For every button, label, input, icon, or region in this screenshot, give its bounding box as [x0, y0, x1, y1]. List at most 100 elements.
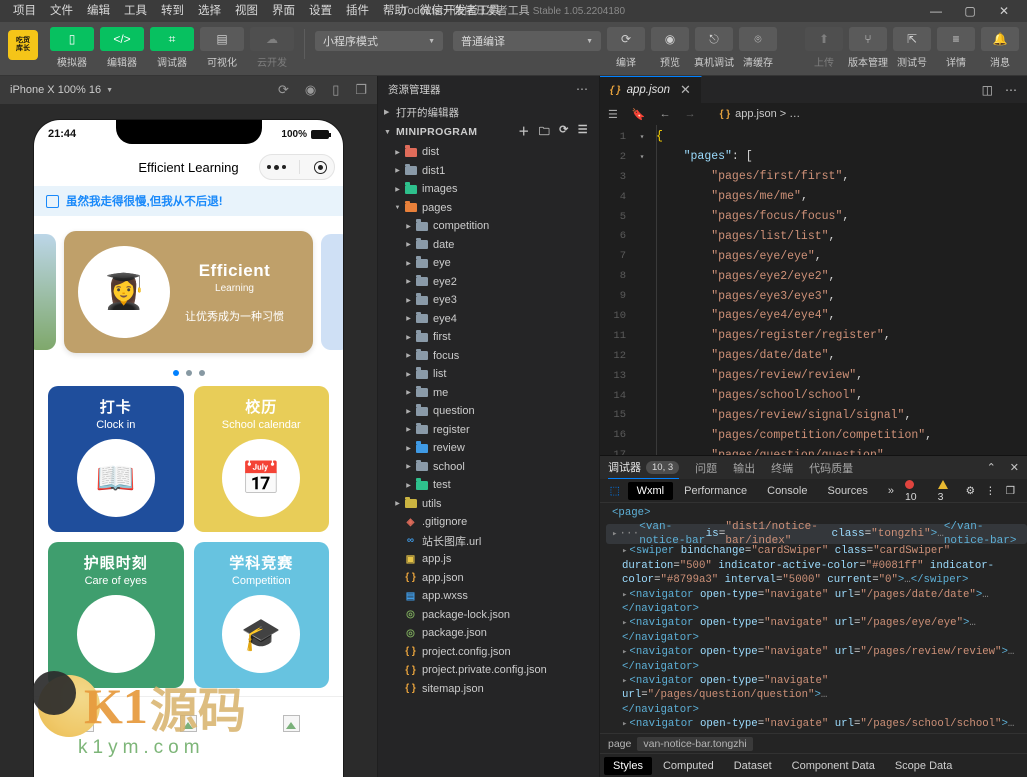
tree-folder-pages[interactable]: ▼pages: [378, 199, 599, 218]
tree-folder-school[interactable]: ▶school: [378, 458, 599, 477]
tree-folder-images[interactable]: ▶images: [378, 180, 599, 199]
overflow-icon[interactable]: »: [879, 482, 903, 500]
tree-folder-utils[interactable]: ▶utils: [378, 495, 599, 514]
tree-folder-dist[interactable]: ▶dist: [378, 143, 599, 162]
compile-select[interactable]: 普通编译 ▼: [453, 31, 601, 51]
more-icon[interactable]: ⋯: [576, 82, 589, 96]
tree-file-package-lock.json[interactable]: ◎package-lock.json: [378, 606, 599, 625]
wxml-node-4[interactable]: ▸<navigator open-type="navigate" url="/p…: [606, 616, 1027, 645]
toolbar-btn-eye-icon[interactable]: ◉预览: [651, 27, 689, 69]
menu-item-0[interactable]: 项目: [6, 0, 43, 22]
feature-card-0[interactable]: 打卡Clock in📖: [48, 386, 184, 532]
wechat-capsule[interactable]: [259, 154, 335, 180]
menu-item-6[interactable]: 视图: [228, 0, 265, 22]
debugger-tab-4[interactable]: 代码质量: [809, 456, 853, 479]
style-tab-component-data[interactable]: Component Data: [783, 757, 884, 775]
expand-arrow-icon[interactable]: ▸: [622, 647, 627, 657]
rotate-icon[interactable]: ⟳: [278, 82, 289, 98]
devtools-tab-performance[interactable]: Performance: [675, 482, 756, 500]
back-arrow-icon[interactable]: ←: [660, 108, 671, 120]
tree-folder-register[interactable]: ▶register: [378, 421, 599, 440]
toolbar-btn-bug-icon[interactable]: ⌗调试器: [150, 27, 194, 69]
card-swiper[interactable]: 👩‍🎓 Efficient Learning 让优秀成为一种习惯: [34, 222, 343, 362]
tree-folder-question[interactable]: ▶question: [378, 402, 599, 421]
wxml-crumb-0[interactable]: page: [608, 738, 631, 750]
expand-arrow-icon[interactable]: ▸: [622, 676, 627, 686]
menu-item-10[interactable]: 帮助: [376, 0, 413, 22]
wxml-crumb-1[interactable]: van-notice-bar.tongzhi: [637, 737, 752, 751]
tree-file-package.json[interactable]: ◎package.json: [378, 624, 599, 643]
editor-tab-app-json[interactable]: { } app.json ✕: [600, 76, 702, 103]
notice-bar[interactable]: 虽然我走得很慢,但我从不后退!: [34, 186, 343, 216]
gear-icon[interactable]: ⚙: [966, 485, 975, 497]
toolbar-btn-list-icon[interactable]: ≡详情: [937, 27, 975, 69]
expand-arrow-icon[interactable]: ▸: [622, 546, 627, 556]
menu-item-2[interactable]: 编辑: [80, 0, 117, 22]
tree-folder-eye[interactable]: ▶eye: [378, 254, 599, 273]
feature-card-2[interactable]: 护眼时刻Care of eyes👁: [48, 542, 184, 688]
tree-file-project.private.config.json[interactable]: { }project.private.config.json: [378, 661, 599, 680]
style-tab-styles[interactable]: Styles: [604, 757, 652, 775]
debugger-tab-2[interactable]: 输出: [733, 456, 755, 479]
warning-count-badge[interactable]: 3: [938, 479, 956, 503]
toolbar-btn-device-debug-icon[interactable]: ⎋真机调试: [695, 27, 733, 69]
breadcrumb[interactable]: { } app.json > …: [720, 108, 801, 120]
wxml-node-0[interactable]: <page>: [606, 506, 1027, 520]
swiper-dot-1[interactable]: [186, 370, 192, 376]
tree-file-app.js[interactable]: ▣app.js: [378, 550, 599, 569]
close-icon[interactable]: ✕: [987, 0, 1021, 22]
element-picker-icon[interactable]: ⬚: [604, 484, 626, 497]
chevron-up-icon[interactable]: ⌃: [987, 461, 996, 474]
menu-dots-icon[interactable]: [267, 165, 286, 170]
tree-file-app.wxss[interactable]: ▤app.wxss: [378, 587, 599, 606]
style-tab-scope-data[interactable]: Scope Data: [886, 757, 961, 775]
tree-folder-list[interactable]: ▶list: [378, 365, 599, 384]
tree-folder-me[interactable]: ▶me: [378, 384, 599, 403]
toolbar-btn-clear-cache-icon[interactable]: ⌾清缓存: [739, 27, 777, 69]
toolbar-btn-external-icon[interactable]: ⇱测试号: [893, 27, 931, 69]
bookmark-icon[interactable]: 🔖: [632, 108, 646, 121]
forward-arrow-icon[interactable]: →: [685, 108, 696, 120]
wxml-node-2[interactable]: ▸<swiper bindchange="cardSwiper" class="…: [606, 544, 1027, 587]
menu-item-8[interactable]: 设置: [302, 0, 339, 22]
feature-card-3[interactable]: 学科竞赛Competition🎓: [194, 542, 330, 688]
wxml-node-3[interactable]: ▸<navigator open-type="navigate" url="/p…: [606, 588, 1027, 617]
devtools-tab-console[interactable]: Console: [758, 482, 816, 500]
wxml-tree[interactable]: <page> ▸··· <van-notice-bar is="dist1/not…: [600, 503, 1027, 733]
wxml-node-1[interactable]: ▸··· <van-notice-bar is="dist1/notice-ba…: [606, 524, 1027, 544]
close-target-icon[interactable]: [314, 161, 327, 174]
new-folder-icon[interactable]: 🗀: [539, 123, 550, 142]
menu-item-9[interactable]: 插件: [339, 0, 376, 22]
fold-icon[interactable]: ▾: [634, 152, 650, 162]
tree-folder-focus[interactable]: ▶focus: [378, 347, 599, 366]
tree-file-sitemap.json[interactable]: { }sitemap.json: [378, 680, 599, 699]
tree-folder-first[interactable]: ▶first: [378, 328, 599, 347]
wxml-node-6[interactable]: ▸<navigator open-type="navigate" url="/p…: [606, 674, 1027, 703]
new-file-icon[interactable]: ＋: [518, 123, 529, 142]
menu-item-3[interactable]: 工具: [117, 0, 154, 22]
menu-item-4[interactable]: 转到: [154, 0, 191, 22]
close-icon[interactable]: ✕: [680, 82, 691, 98]
tree-file-.gitignore[interactable]: ◈.gitignore: [378, 513, 599, 532]
tree-folder-competition[interactable]: ▶competition: [378, 217, 599, 236]
device-label[interactable]: iPhone X 100% 16: [10, 84, 101, 96]
wxml-node-7[interactable]: </navigator>: [606, 703, 1027, 717]
toolbar-btn-code-icon[interactable]: </>编辑器: [100, 27, 144, 69]
menu-item-7[interactable]: 界面: [265, 0, 302, 22]
code-editor[interactable]: 1▾{2▾ "pages": [3 "pages/first/first",4 …: [600, 125, 1027, 455]
feature-card-1[interactable]: 校历School calendar📅: [194, 386, 330, 532]
tree-file-app.json[interactable]: { }app.json: [378, 569, 599, 588]
menu-item-11[interactable]: 微信开发者工具: [413, 0, 508, 22]
record-icon[interactable]: ◉: [305, 82, 316, 98]
toolbar-btn-phone-icon[interactable]: ▯模拟器: [50, 27, 94, 69]
close-icon[interactable]: ✕: [1010, 461, 1019, 474]
collapse-icon[interactable]: ☰: [578, 123, 588, 142]
swiper-active-card[interactable]: 👩‍🎓 Efficient Learning 让优秀成为一种习惯: [64, 231, 313, 353]
tree-file-站长图库.url[interactable]: ∞站长图库.url: [378, 532, 599, 551]
swiper-dot-0[interactable]: [173, 370, 179, 376]
maximize-icon[interactable]: ▢: [953, 0, 987, 22]
outline-icon[interactable]: ☰: [608, 108, 618, 121]
swiper-dot-2[interactable]: [199, 370, 205, 376]
tree-folder-eye4[interactable]: ▶eye4: [378, 310, 599, 329]
refresh-icon[interactable]: ⟳: [559, 123, 569, 142]
